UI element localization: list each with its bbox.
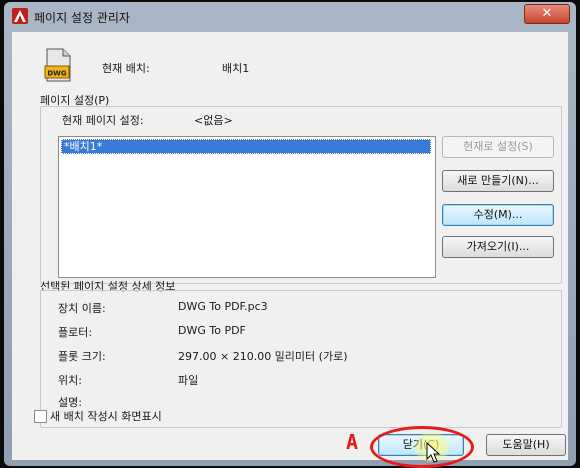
device-name-label: 장치 이름: xyxy=(58,302,106,315)
title-bar[interactable]: 페이지 설정 관리자 ✕ xyxy=(4,2,576,32)
set-current-button[interactable]: 현재로 설정(S) xyxy=(442,136,554,158)
page-setup-manager-dialog: 페이지 설정 관리자 ✕ DWG 현재 배치: 배치1 페이지 설정(P) 현재… xyxy=(4,2,576,468)
mouse-cursor-icon xyxy=(426,442,441,463)
dwg-file-icon: DWG xyxy=(44,48,71,82)
import-button[interactable]: 가져오기(I)... xyxy=(442,236,554,258)
show-on-new-layout-label: 새 배치 작성시 화면표시 xyxy=(50,410,162,423)
list-item[interactable]: *배치1* xyxy=(61,139,431,154)
current-page-setup-label: 현재 페이지 설정: xyxy=(62,114,144,127)
show-on-new-layout-checkbox[interactable] xyxy=(34,410,47,423)
current-layout-value: 배치1 xyxy=(222,62,250,75)
help-button[interactable]: 도움말(H) xyxy=(486,434,566,456)
window-title: 페이지 설정 관리자 xyxy=(34,11,130,25)
plotter-value: DWG To PDF xyxy=(178,324,246,337)
annotation-letter: A xyxy=(346,430,359,454)
current-layout-label: 현재 배치: xyxy=(102,62,150,75)
plot-size-value: 297.00 × 210.00 밀리미터 (가로) xyxy=(178,350,348,363)
page-setup-list[interactable]: *배치1* xyxy=(58,136,436,278)
dialog-client-area: DWG 현재 배치: 배치1 페이지 설정(P) 현재 페이지 설정: <없음>… xyxy=(12,32,568,460)
new-button[interactable]: 새로 만들기(N)... xyxy=(442,170,554,192)
current-page-setup-value: <없음> xyxy=(194,114,233,127)
device-name-value: DWG To PDF.pc3 xyxy=(178,300,268,313)
close-icon: ✕ xyxy=(541,6,553,21)
svg-text:DWG: DWG xyxy=(47,70,67,78)
autocad-app-icon xyxy=(12,8,28,24)
plot-size-label: 플롯 크기: xyxy=(58,350,106,363)
modify-button[interactable]: 수정(M)... xyxy=(442,204,554,226)
plotter-label: 플로터: xyxy=(58,326,93,339)
location-value: 파일 xyxy=(178,374,199,387)
close-window-button[interactable]: ✕ xyxy=(524,4,570,24)
location-label: 위치: xyxy=(58,374,82,387)
